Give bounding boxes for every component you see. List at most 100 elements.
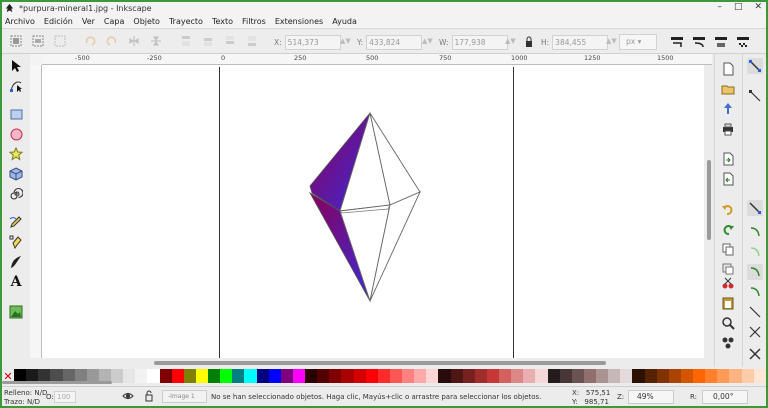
color-swatch[interactable]: [450, 369, 463, 383]
color-swatch[interactable]: [620, 369, 633, 383]
snap-nodes-toggle[interactable]: [747, 200, 763, 216]
color-swatch[interactable]: [644, 369, 657, 383]
duplicate-icon[interactable]: [721, 262, 735, 276]
snap-smooth-toggle[interactable]: [747, 264, 763, 280]
color-swatch[interactable]: [486, 369, 499, 383]
fill-indicator[interactable]: Relleno: N/D: [4, 389, 47, 397]
menu-trayecto[interactable]: Trayecto: [169, 17, 203, 26]
move-gradients-icon[interactable]: [714, 35, 728, 49]
ellipse-tool[interactable]: [8, 126, 24, 142]
color-swatch[interactable]: [183, 369, 196, 383]
calligraphy-tool[interactable]: [8, 254, 24, 270]
menu-edicion[interactable]: Edición: [44, 17, 73, 26]
unit-select[interactable]: px ▾: [619, 34, 657, 50]
color-swatch[interactable]: [111, 369, 124, 383]
color-swatch[interactable]: [608, 369, 621, 383]
vertical-scroll-thumb[interactable]: [707, 160, 711, 240]
menu-capa[interactable]: Capa: [104, 17, 124, 26]
x-stepper[interactable]: ▲▼: [340, 34, 351, 49]
color-swatch[interactable]: [135, 369, 148, 383]
star-tool[interactable]: [8, 146, 24, 162]
snap-cusp-toggle[interactable]: [747, 244, 763, 260]
color-swatch[interactable]: [499, 369, 512, 383]
color-swatch[interactable]: [535, 369, 548, 383]
copy-icon[interactable]: [721, 242, 735, 256]
pencil-tool[interactable]: [8, 214, 24, 230]
vertical-scrollbar[interactable]: [704, 65, 714, 358]
menu-ver[interactable]: Ver: [82, 17, 95, 26]
color-swatch[interactable]: [511, 369, 524, 383]
flip-vertical-icon[interactable]: [150, 35, 162, 47]
vertical-ruler[interactable]: [30, 65, 42, 358]
new-document-icon[interactable]: [721, 62, 735, 76]
color-swatch[interactable]: [220, 369, 233, 383]
scale-corners-icon[interactable]: [692, 35, 706, 49]
color-swatch[interactable]: [753, 369, 766, 383]
snap-midpoint-toggle[interactable]: [747, 284, 763, 300]
w-input[interactable]: 177,938: [451, 34, 508, 50]
color-swatch[interactable]: [305, 369, 318, 383]
rectangle-tool[interactable]: [8, 106, 24, 122]
color-swatch[interactable]: [341, 369, 354, 383]
color-swatch[interactable]: [426, 369, 439, 383]
color-swatch[interactable]: [680, 369, 693, 383]
color-swatch[interactable]: [462, 369, 475, 383]
color-swatch[interactable]: [244, 369, 257, 383]
snap-grid-toggle[interactable]: [747, 346, 763, 362]
color-swatch[interactable]: [474, 369, 487, 383]
spiral-tool[interactable]: [8, 186, 24, 202]
color-swatch[interactable]: [547, 369, 560, 383]
raise-icon[interactable]: [202, 35, 214, 47]
color-swatch[interactable]: [402, 369, 415, 383]
color-swatch[interactable]: [571, 369, 584, 383]
color-swatch[interactable]: [123, 369, 136, 383]
drawing-canvas[interactable]: [42, 65, 704, 358]
color-swatch[interactable]: [159, 369, 172, 383]
undo-icon[interactable]: [721, 202, 735, 216]
menu-extensiones[interactable]: Extensiones: [275, 17, 323, 26]
color-swatch[interactable]: [656, 369, 669, 383]
horizontal-ruler[interactable]: -500 -250 0 250 500 750 1000 1250 1500: [42, 54, 712, 65]
menu-filtros[interactable]: Filtros: [242, 17, 266, 26]
cut-icon[interactable]: [721, 276, 735, 290]
color-swatch[interactable]: [705, 369, 718, 383]
color-swatch[interactable]: [389, 369, 402, 383]
rotate-ccw-icon[interactable]: [84, 35, 96, 47]
menu-texto[interactable]: Texto: [212, 17, 233, 26]
menu-ayuda[interactable]: Ayuda: [332, 17, 357, 26]
snap-bbox-toggle[interactable]: [747, 88, 763, 104]
menu-objeto[interactable]: Objeto: [133, 17, 160, 26]
color-swatch[interactable]: [523, 369, 536, 383]
spray-tool[interactable]: [8, 304, 24, 320]
maximize-button[interactable]: □: [734, 2, 743, 12]
color-swatch[interactable]: [583, 369, 596, 383]
print-icon[interactable]: [721, 122, 735, 136]
w-stepper[interactable]: ▲▼: [505, 34, 516, 49]
layer-lock-icon[interactable]: [144, 390, 154, 402]
zoom-icon[interactable]: [721, 316, 735, 330]
color-swatch[interactable]: [292, 369, 305, 383]
color-swatch[interactable]: [353, 369, 366, 383]
color-swatch[interactable]: [414, 369, 427, 383]
export-icon[interactable]: [721, 172, 735, 186]
lower-icon[interactable]: [224, 35, 236, 47]
color-swatch[interactable]: [329, 369, 342, 383]
text-tool[interactable]: A: [8, 274, 24, 290]
lower-to-bottom-icon[interactable]: [246, 35, 258, 47]
3d-box-tool[interactable]: [8, 166, 24, 182]
select-all-layers-icon[interactable]: [32, 35, 44, 47]
color-swatch[interactable]: [195, 369, 208, 383]
snap-center-toggle[interactable]: [747, 304, 763, 320]
color-swatch[interactable]: [268, 369, 281, 383]
select-all-icon[interactable]: [10, 35, 22, 47]
selector-tool[interactable]: [8, 58, 24, 74]
rotation-input[interactable]: 0,00°: [702, 390, 748, 404]
color-swatch[interactable]: [693, 369, 706, 383]
color-swatch[interactable]: [280, 369, 293, 383]
open-folder-icon[interactable]: [721, 82, 735, 96]
h-stepper[interactable]: ▲▼: [606, 34, 617, 49]
color-swatch[interactable]: [377, 369, 390, 383]
color-swatch[interactable]: [171, 369, 184, 383]
color-swatch[interactable]: [232, 369, 245, 383]
h-input[interactable]: 384,455: [552, 34, 609, 50]
